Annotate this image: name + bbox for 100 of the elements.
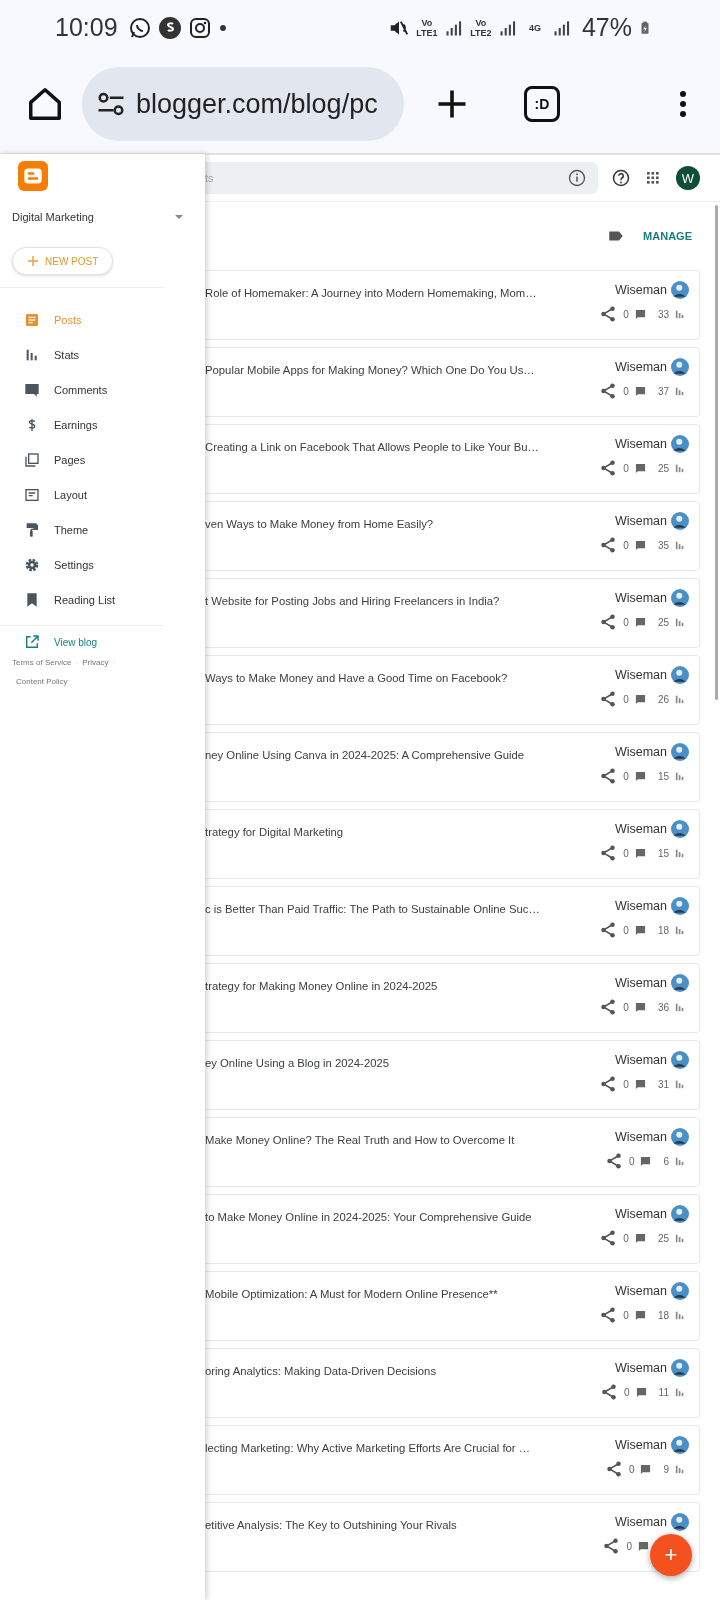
share-icon[interactable] [602,1537,621,1555]
post-title[interactable]: to Make Money Online in 2024-2025: Your Comprehensive Guide [205,1205,532,1263]
post-title[interactable]: ney Online Using Canva in 2024-2025: A Comprehensive Guide [205,743,525,801]
author-name: Wiseman [614,1053,667,1067]
share-icon[interactable] [599,844,618,862]
camera-icon [187,15,212,40]
post-card[interactable]: Ways to Make Money and Have a Good Time on Facebook? Wiseman 0 26 [205,655,700,725]
post-title[interactable]: Ways to Make Money and Have a Good Time on Facebook? [205,666,508,724]
post-card[interactable]: ey Online Using a Blog in 2024-2025 Wiseman 0 31 [205,1040,700,1110]
post-card[interactable]: ney Online Using Canva in 2024-2025: A Comprehensive Guide Wiseman 0 15 [205,732,700,802]
post-title[interactable]: ven Ways to Make Money from Home Easily? [205,512,434,570]
view-count: 33 [657,308,669,320]
nav-item[interactable]: Pages [0,442,205,477]
view-count: 9 [663,1463,669,1475]
post-card[interactable]: lecting Marketing: Why Active Marketing Efforts Are Crucial for … Wiseman 0 9 [205,1425,700,1495]
share-icon[interactable] [599,613,618,631]
avatar-icon [671,1282,689,1300]
share-icon[interactable] [599,921,618,939]
post-card[interactable]: t Website for Posting Jobs and Hiring Freelancers in India? Wiseman 0 25 [205,578,700,648]
post-title[interactable]: etitive Analysis: The Key to Outshining Your Rivals [205,1513,457,1571]
post-title[interactable]: Popular Mobile Apps for Making Money? Which One Do You Us… [205,358,535,416]
nav-item[interactable]: Earnings [0,407,205,442]
speech-bubble-icon [24,381,40,398]
comment-count: 0 [623,1078,629,1090]
share-icon[interactable] [599,459,618,477]
post-card[interactable]: Mobile Optimization: A Must for Modern Online Presence** Wiseman 0 18 [205,1271,700,1341]
avatar-icon [671,358,689,376]
comment-count: 0 [623,1232,629,1244]
footer-link[interactable]: Content Policy [16,677,68,686]
post-title[interactable]: trategy for Digital Marketing [205,820,344,878]
post-title[interactable]: lecting Marketing: Why Active Marketing Efforts Are Crucial for … [205,1436,530,1494]
post-card[interactable]: trategy for Making Money Online in 2024-2025 Wiseman 0 36 [205,963,700,1033]
tab-switcher-button[interactable]: :D [524,86,560,122]
post-title[interactable]: Make Money Online? The Real Truth and How to Overcome It [205,1128,515,1186]
author-name: Wiseman [614,1515,667,1529]
comment-icon [634,462,646,474]
footer-link[interactable]: Privacy [82,658,109,667]
blog-name[interactable]: Digital Marketing [12,211,94,223]
share-icon[interactable] [600,1383,619,1401]
post-card[interactable]: to Make Money Online in 2024-2025: Your Comprehensive Guide Wiseman 0 25 [205,1194,700,1264]
share-icon[interactable] [604,1152,623,1170]
post-card[interactable]: oring Analytics: Making Data-Driven Decisions Wiseman 0 11 [205,1348,700,1418]
nav-item[interactable]: Layout [0,477,205,512]
blogger-logo-icon[interactable] [18,161,48,191]
post-card[interactable]: Make Money Online? The Real Truth and How to Overcome It Wiseman 0 6 [205,1117,700,1187]
post-title[interactable]: oring Analytics: Making Data-Driven Decisions [205,1359,437,1417]
search-field[interactable]: ts [205,162,598,194]
author-name: Wiseman [614,976,667,990]
share-icon[interactable] [599,305,618,323]
share-icon[interactable] [604,1460,623,1478]
post-title[interactable]: ey Online Using a Blog in 2024-2025 [205,1051,389,1109]
account-avatar[interactable]: W [676,166,700,190]
post-card[interactable]: ven Ways to Make Money from Home Easily? Wiseman 0 35 [205,501,700,571]
share-icon[interactable] [599,1306,618,1324]
post-title[interactable]: Creating a Link on Facebook That Allows People to Like Your Bu… [205,435,539,493]
post-title[interactable]: Mobile Optimization: A Must for Modern Online Presence** [205,1282,498,1340]
comment-count: 0 [623,539,629,551]
manage-button[interactable]: MANAGE [639,226,696,246]
post-title[interactable]: trategy for Making Money Online in 2024-2025 [205,974,438,1032]
home-icon[interactable] [26,85,64,123]
help-icon[interactable] [612,169,630,187]
post-card[interactable]: Creating a Link on Facebook That Allows People to Like Your Bu… Wiseman 0 25 [205,424,700,494]
network-label: Vo LTE1 [415,17,438,38]
share-icon[interactable] [599,536,618,554]
comment-icon [640,1155,652,1167]
post-card[interactable]: Popular Mobile Apps for Making Money? Which One Do You Us… Wiseman 0 37 [205,347,700,417]
post-card[interactable]: trategy for Digital Marketing Wiseman 0 15 [205,809,700,879]
nav-item[interactable]: Reading List [0,582,205,617]
info-icon[interactable] [568,169,586,187]
share-icon[interactable] [599,1075,618,1093]
comment-icon [634,616,646,628]
footer-link[interactable]: Terms of Service [12,658,72,667]
view-count: 31 [657,1078,669,1090]
post-card[interactable]: c is Better Than Paid Traffic: The Path to Sustainable Online Suc… Wiseman 0 18 [205,886,700,956]
nav-item[interactable]: Settings [0,547,205,582]
post-title[interactable]: t Website for Posting Jobs and Hiring Freelancers in India? [205,589,500,647]
post-card[interactable]: Role of Homemaker: A Journey into Modern Homemaking, Mom… Wiseman 0 33 [205,270,700,340]
share-icon[interactable] [599,382,618,400]
author-name: Wiseman [614,1130,667,1144]
view-count: 11 [658,1386,669,1398]
comment-icon [634,539,646,551]
nav-item[interactable]: Comments [0,372,205,407]
share-icon[interactable] [599,767,618,785]
avatar-icon [671,974,689,992]
separator-dot: · [75,658,79,667]
share-icon[interactable] [599,998,618,1016]
share-icon[interactable] [599,1229,618,1247]
nav-item[interactable]: Stats [0,337,205,372]
nav-item[interactable]: Theme [0,512,205,547]
scrollbar[interactable] [715,205,718,700]
apps-grid-icon[interactable] [644,169,662,187]
separator-dot: · [112,658,116,667]
author-name: Wiseman [614,668,667,682]
share-icon[interactable] [599,690,618,708]
post-title[interactable]: Role of Homemaker: A Journey into Modern Homemaking, Mom… [205,281,537,339]
post-title[interactable]: c is Better Than Paid Traffic: The Path to Sustainable Online Suc… [205,897,540,955]
address-bar[interactable]: blogger.com/blog/pc [82,67,404,141]
circle-s-icon [157,15,182,40]
comment-icon [634,1078,646,1090]
view-blog-link[interactable]: View blog [0,626,205,652]
